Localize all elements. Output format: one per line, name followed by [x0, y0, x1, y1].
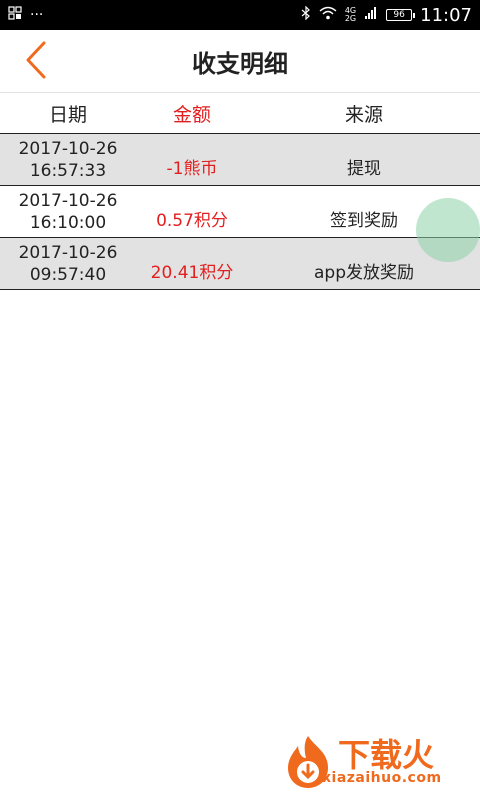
- row-date: 2017-10-26: [18, 242, 118, 263]
- back-button[interactable]: [14, 40, 58, 84]
- watermark-url: xiazaihuo.com: [322, 770, 442, 786]
- wifi-icon: [319, 6, 337, 24]
- table-row[interactable]: 2017-10-26 09:57:40 20.41积分 app发放奖励: [0, 238, 480, 290]
- clock-time: 11:07: [420, 4, 472, 26]
- column-header-amount: 金额: [172, 103, 211, 126]
- row-date-cell: 2017-10-26 16:57:33: [0, 134, 136, 185]
- battery-icon: 96: [386, 9, 416, 21]
- table-row[interactable]: 2017-10-26 16:10:00 0.57积分 签到奖励: [0, 186, 480, 238]
- row-date: 2017-10-26: [18, 190, 118, 211]
- row-source: 提现: [347, 159, 381, 179]
- row-time: 16:57:33: [29, 160, 107, 181]
- watermark-logo: 下载火 xiazaihuo.com: [282, 730, 472, 794]
- row-time: 16:10:00: [29, 212, 107, 233]
- notification-grid-icon: [8, 6, 22, 24]
- column-header-date: 日期: [48, 103, 87, 126]
- row-date-cell: 2017-10-26 16:10:00: [0, 186, 136, 237]
- status-bar: ··· 4G 2G 96 11:07: [0, 0, 480, 30]
- top-nav-bar: 收支明细: [0, 30, 480, 92]
- table-row[interactable]: 2017-10-26 16:57:33 -1熊币 提现: [0, 134, 480, 186]
- column-header-source: 来源: [344, 103, 383, 126]
- network-type: 4G 2G: [345, 7, 356, 23]
- more-notifications-icon: ···: [30, 7, 44, 23]
- row-amount: -1熊币: [166, 159, 218, 179]
- row-amount: 0.57积分: [156, 211, 228, 231]
- page-title: 收支明细: [192, 49, 288, 78]
- status-right: 4G 2G 96 11:07: [301, 5, 472, 26]
- chevron-left-icon: [25, 41, 47, 83]
- floating-assist-button[interactable]: [416, 198, 480, 262]
- table-header: 日期 金额 来源: [0, 92, 480, 134]
- transaction-list: 2017-10-26 16:57:33 -1熊币 提现 2017-10-26 1…: [0, 134, 480, 290]
- row-date-cell: 2017-10-26 09:57:40: [0, 238, 136, 289]
- signal-icon: [364, 6, 378, 24]
- row-time: 09:57:40: [29, 264, 107, 285]
- network-2g-label: 2G: [344, 14, 357, 23]
- status-left: ···: [8, 6, 43, 24]
- row-amount: 20.41积分: [150, 263, 234, 283]
- row-date: 2017-10-26: [18, 138, 118, 159]
- bluetooth-icon: [301, 5, 311, 24]
